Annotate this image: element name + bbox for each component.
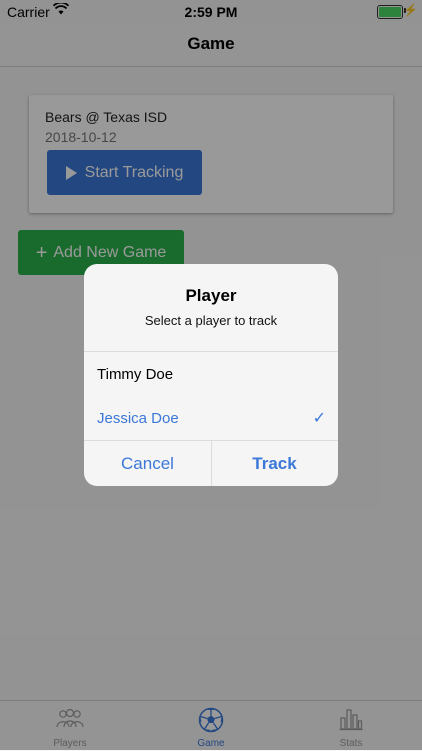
track-button[interactable]: Track — [211, 441, 338, 486]
player-option-label: Jessica Doe — [97, 410, 179, 427]
checkmark-icon: ✓ — [312, 410, 326, 427]
cancel-button[interactable]: Cancel — [84, 441, 212, 486]
dialog-title: Player — [185, 286, 237, 305]
player-option-jessica-doe[interactable]: Jessica Doe ✓ — [84, 396, 338, 440]
dialog-button-row: Cancel Track — [84, 441, 338, 486]
player-option-label: Timmy Doe — [97, 366, 174, 383]
player-select-dialog: Player Select a player to track Timmy Do… — [84, 264, 338, 486]
player-option-timmy-doe[interactable]: Timmy Doe — [84, 352, 338, 396]
dialog-message: Select a player to track — [144, 313, 278, 328]
